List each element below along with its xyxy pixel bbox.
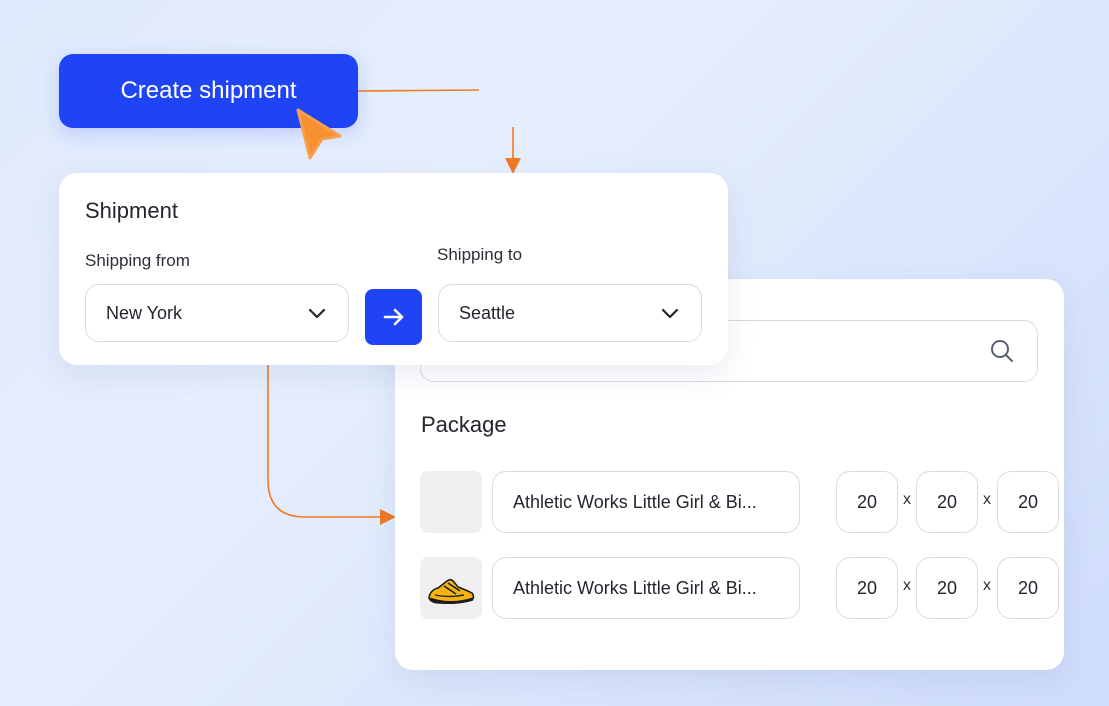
shipping-to-select[interactable]: Seattle [438, 284, 702, 342]
width-field[interactable]: 20 [916, 471, 978, 533]
dimension-separator: x [983, 491, 991, 508]
create-shipment-label: Create shipment [120, 77, 297, 104]
chevron-down-icon [661, 308, 679, 319]
shipping-from-select[interactable]: New York [85, 284, 349, 342]
product-name-field[interactable]: Athletic Works Little Girl & Bi... [492, 557, 800, 619]
product-thumbnail [420, 557, 482, 619]
dimension-separator: x [903, 491, 911, 508]
length-field[interactable]: 20 [836, 471, 898, 533]
chevron-down-icon [308, 308, 326, 319]
shipment-title: Shipment [85, 198, 178, 223]
shipping-to-value: Seattle [459, 302, 516, 323]
product-thumbnail-empty [420, 471, 482, 533]
dimension-separator: x [903, 577, 911, 594]
swap-direction-button[interactable] [365, 289, 422, 345]
length-field[interactable]: 20 [836, 557, 898, 619]
sneaker-image [428, 578, 475, 604]
package-row: Athletic Works Little Girl & Bi... 20 x … [420, 557, 1059, 619]
package-title: Package [421, 412, 507, 437]
shipping-to-label: Shipping to [437, 245, 523, 264]
shipping-from-value: New York [106, 302, 183, 323]
shipping-from-label: Shipping from [85, 251, 190, 270]
arrow-right-icon [383, 308, 403, 326]
connector-line-top [357, 89, 480, 92]
dimension-separator: x [983, 577, 991, 594]
height-field[interactable]: 20 [997, 471, 1059, 533]
package-row: Athletic Works Little Girl & Bi... 20 x … [420, 471, 1059, 533]
width-field[interactable]: 20 [916, 557, 978, 619]
search-icon[interactable] [989, 338, 1015, 364]
product-name-field[interactable]: Athletic Works Little Girl & Bi... [492, 471, 800, 533]
height-field[interactable]: 20 [997, 557, 1059, 619]
cursor-arrow-icon [296, 108, 342, 160]
connector-line-curve [267, 365, 396, 525]
shipment-card: Shipment Shipping from New York Shipping… [59, 173, 728, 365]
